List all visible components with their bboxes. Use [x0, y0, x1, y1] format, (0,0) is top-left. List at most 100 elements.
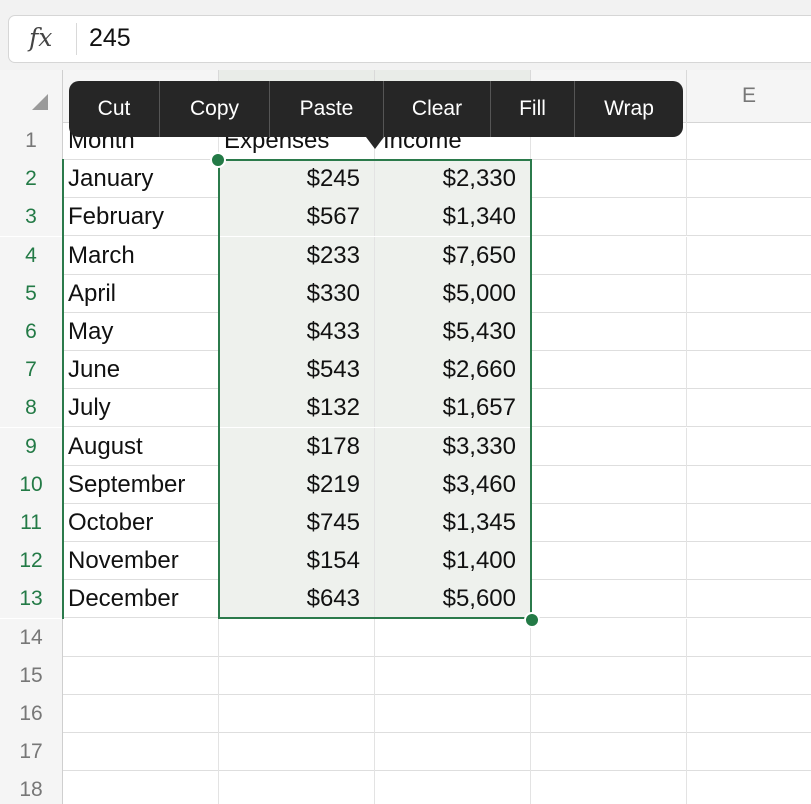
row-header[interactable]: 13 [0, 580, 63, 619]
month-cell[interactable]: February [63, 198, 219, 237]
empty-cell[interactable] [687, 122, 811, 160]
row-header[interactable]: 16 [0, 695, 63, 733]
empty-cell[interactable] [531, 389, 687, 428]
row-header[interactable]: 18 [0, 771, 63, 804]
formula-input[interactable]: 245 [89, 22, 131, 54]
month-cell[interactable]: May [63, 313, 219, 351]
expenses-cell[interactable]: $745 [219, 504, 375, 542]
row-header[interactable]: 7 [0, 351, 63, 390]
expenses-cell[interactable] [219, 733, 375, 772]
expenses-cell[interactable]: $433 [219, 313, 375, 351]
empty-cell[interactable] [687, 619, 811, 657]
function-icon[interactable]: fx [29, 22, 69, 54]
expenses-cell[interactable]: $567 [219, 198, 375, 237]
income-cell[interactable] [375, 733, 531, 772]
expenses-cell[interactable] [219, 656, 375, 695]
selection-handle-bottom-right[interactable] [524, 612, 540, 628]
clear-menu-item[interactable]: Clear [384, 81, 491, 137]
empty-cell[interactable] [531, 771, 687, 804]
row-header[interactable]: 15 [0, 656, 63, 695]
income-cell[interactable]: $5,600 [375, 580, 531, 619]
expenses-cell[interactable]: $219 [219, 465, 375, 504]
empty-cell[interactable] [531, 198, 687, 237]
month-cell[interactable]: November [63, 542, 219, 581]
empty-cell[interactable] [687, 351, 811, 389]
row-header[interactable]: 1 [0, 122, 63, 160]
expenses-cell[interactable]: $132 [219, 389, 375, 428]
row-header[interactable]: 12 [0, 542, 63, 581]
row-header[interactable]: 10 [0, 465, 63, 504]
empty-cell[interactable] [687, 695, 811, 733]
copy-menu-item[interactable]: Copy [160, 81, 270, 137]
income-cell[interactable]: $2,330 [375, 160, 531, 199]
empty-cell[interactable] [531, 427, 687, 466]
empty-cell[interactable] [531, 695, 687, 733]
month-cell[interactable] [63, 656, 219, 695]
empty-cell[interactable] [687, 389, 811, 427]
income-cell[interactable] [375, 695, 531, 733]
fill-menu-item[interactable]: Fill [491, 81, 575, 137]
income-cell[interactable]: $1,345 [375, 504, 531, 542]
empty-cell[interactable] [531, 274, 687, 313]
month-cell[interactable]: March [63, 236, 219, 275]
empty-cell[interactable] [687, 428, 811, 466]
paste-menu-item[interactable]: Paste [270, 81, 384, 137]
select-all-corner[interactable] [0, 70, 63, 122]
row-header[interactable]: 9 [0, 427, 63, 466]
row-header[interactable]: 3 [0, 198, 63, 237]
empty-cell[interactable] [687, 771, 811, 804]
empty-cell[interactable] [531, 504, 687, 542]
empty-cell[interactable] [687, 237, 811, 275]
row-header[interactable]: 4 [0, 236, 63, 275]
row-header[interactable]: 5 [0, 274, 63, 313]
expenses-cell[interactable] [219, 695, 375, 733]
month-cell[interactable]: January [63, 160, 219, 199]
empty-cell[interactable] [687, 275, 811, 313]
expenses-cell[interactable]: $543 [219, 351, 375, 390]
month-cell[interactable]: June [63, 351, 219, 390]
expenses-cell[interactable] [219, 771, 375, 804]
empty-cell[interactable] [687, 466, 811, 504]
income-cell[interactable]: $2,660 [375, 351, 531, 390]
month-cell[interactable] [63, 733, 219, 772]
empty-cell[interactable] [687, 313, 811, 351]
row-header[interactable]: 14 [0, 618, 63, 657]
empty-cell[interactable] [531, 618, 687, 657]
month-cell[interactable] [63, 618, 219, 657]
income-cell[interactable]: $3,460 [375, 465, 531, 504]
income-cell[interactable]: $5,000 [375, 274, 531, 313]
empty-cell[interactable] [531, 313, 687, 351]
empty-cell[interactable] [531, 160, 687, 199]
income-cell[interactable]: $5,430 [375, 313, 531, 351]
row-header[interactable]: 6 [0, 313, 63, 351]
month-cell[interactable]: October [63, 504, 219, 542]
empty-cell[interactable] [531, 580, 687, 619]
empty-cell[interactable] [531, 236, 687, 275]
column-header-e[interactable]: E [687, 70, 811, 122]
selection-handle-top-left[interactable] [210, 152, 226, 168]
empty-cell[interactable] [687, 504, 811, 542]
empty-cell[interactable] [687, 160, 811, 198]
row-header[interactable]: 11 [0, 504, 63, 542]
empty-cell[interactable] [687, 733, 811, 771]
expenses-cell[interactable]: $643 [219, 580, 375, 619]
income-cell[interactable]: $1,400 [375, 542, 531, 581]
income-cell[interactable] [375, 771, 531, 804]
wrap-menu-item[interactable]: Wrap [575, 81, 683, 137]
income-cell[interactable]: $7,650 [375, 236, 531, 275]
row-header[interactable]: 2 [0, 160, 63, 199]
formula-bar[interactable]: fx 245 [8, 15, 811, 63]
expenses-cell[interactable] [219, 618, 375, 657]
empty-cell[interactable] [531, 656, 687, 695]
income-cell[interactable] [375, 618, 531, 657]
empty-cell[interactable] [687, 580, 811, 618]
income-cell[interactable] [375, 656, 531, 695]
row-header[interactable]: 8 [0, 389, 63, 428]
expenses-cell[interactable]: $330 [219, 274, 375, 313]
income-cell[interactable]: $3,330 [375, 427, 531, 466]
month-cell[interactable]: April [63, 274, 219, 313]
empty-cell[interactable] [531, 351, 687, 390]
empty-cell[interactable] [531, 465, 687, 504]
expenses-cell[interactable]: $245 [219, 160, 375, 199]
income-cell[interactable]: $1,657 [375, 389, 531, 428]
